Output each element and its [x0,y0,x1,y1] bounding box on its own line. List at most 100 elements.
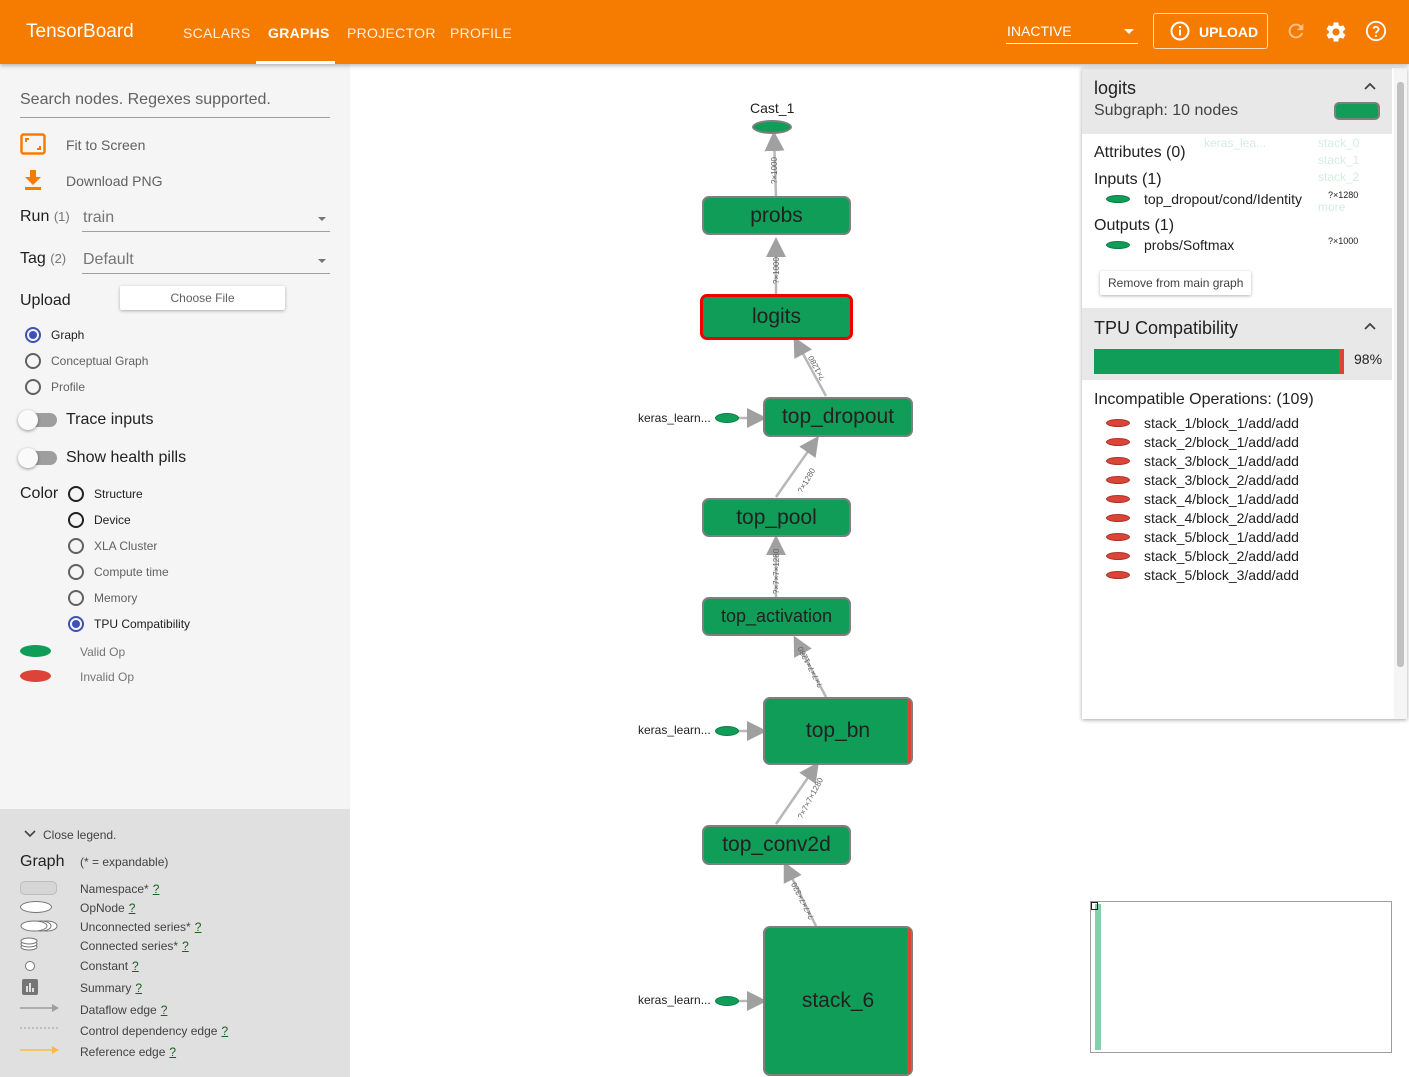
incompatible-ops-heading: Incompatible Operations: (109) [1094,391,1314,408]
legend-item-unconnected-series: Unconnected series*? [80,920,202,934]
incompatible-op-item[interactable]: stack_5/block_3/add/add [1144,567,1299,583]
tag-dropdown-value: Default [83,251,134,268]
radio-color-structure[interactable] [68,486,84,502]
caret-down-icon [318,217,326,221]
help-link[interactable]: ? [221,1024,228,1038]
choose-file-button[interactable]: Choose File [120,286,285,310]
output-op-name[interactable]: probs/Softmax [1144,237,1234,253]
tab-scalars[interactable]: SCALARS [183,25,250,41]
tab-projector[interactable]: PROJECTOR [347,25,436,41]
settings-gear-icon[interactable] [1324,20,1348,44]
download-png-button[interactable]: Download PNG [66,173,163,189]
incompatible-op-item[interactable]: stack_2/block_1/add/add [1144,434,1299,450]
incompatible-op-item[interactable]: stack_4/block_2/add/add [1144,510,1299,526]
run-dropdown[interactable]: train [82,205,330,232]
radio-color-device[interactable] [68,512,84,528]
radio-color-tpu-compatibility[interactable] [68,616,84,632]
radio-conceptual-graph[interactable] [25,353,41,369]
chevron-down-icon[interactable] [24,829,36,839]
minimap-graph-preview [1095,904,1101,1050]
incompatible-op-item[interactable]: stack_3/block_1/add/add [1144,453,1299,469]
upload-button[interactable]: UPLOAD [1153,13,1268,49]
help-link[interactable]: ? [132,959,139,973]
fit-to-screen-button[interactable]: Fit to Screen [66,137,145,153]
invalid-op-swatch [1106,571,1130,579]
legend-title: Graph [20,853,65,870]
minimap-viewport[interactable] [1091,902,1098,910]
status-select[interactable]: INACTIVE [1006,20,1138,44]
edge-label: ?×1000 [772,257,781,284]
top-app-bar: TensorBoard SCALARS GRAPHS PROJECTOR PRO… [0,0,1409,64]
node-info-panel: logits Subgraph: 10 nodes keras_lea... s… [1082,68,1407,719]
invalid-op-swatch [1106,476,1130,484]
help-link[interactable]: ? [182,939,189,953]
input-op-name[interactable]: top_dropout/cond/Identity [1144,191,1302,207]
refresh-icon[interactable] [1285,20,1307,42]
node-top-bn[interactable]: top_bn [763,697,913,765]
incompatible-op-item[interactable]: stack_5/block_1/add/add [1144,529,1299,545]
search-nodes-input[interactable]: Search nodes. Regexes supported. [20,91,330,118]
graph-minimap[interactable] [1090,901,1392,1053]
fit-to-screen-icon[interactable] [20,133,46,155]
help-link[interactable]: ? [135,981,142,995]
close-legend-button[interactable]: Close legend. [43,828,116,842]
valid-op-swatch [20,645,51,657]
radio-color-xla-cluster[interactable] [68,538,84,554]
caret-down-icon [318,259,326,263]
download-icon[interactable] [24,170,42,190]
side-input-node[interactable] [715,996,739,1006]
legend-item-summary: Summary? [80,981,143,995]
legend-item-opnode: OpNode? [80,901,136,915]
node-top-conv2d[interactable]: top_conv2d [702,825,851,865]
chevron-up-icon[interactable] [1364,322,1376,330]
radio-graph-label: Graph [51,328,85,342]
run-label: Run (1) [20,208,70,225]
radio-color-memory[interactable] [68,590,84,606]
output-shape: ?×1000 [1328,236,1359,246]
side-input-node[interactable] [715,413,739,423]
remove-from-main-graph-button[interactable]: Remove from main graph [1100,271,1252,295]
invalid-op-swatch [20,670,51,682]
connected-series-symbol [20,937,38,951]
legend-item-constant: Constant? [80,959,139,973]
opnode-symbol [20,901,52,913]
incompatible-op-item[interactable]: stack_3/block_2/add/add [1144,472,1299,488]
chevron-up-icon[interactable] [1364,82,1376,90]
node-top-activation[interactable]: top_activation [702,597,851,636]
node-probs[interactable]: probs [702,196,851,235]
input-shape: ?×1280 [1328,190,1359,200]
help-link[interactable]: ? [153,882,160,896]
invalid-op-swatch [1106,514,1130,522]
help-link[interactable]: ? [129,901,136,915]
incompatible-op-item[interactable]: stack_4/block_1/add/add [1144,491,1299,507]
side-input-node[interactable] [715,726,739,736]
incompatible-op-item[interactable]: stack_5/block_2/add/add [1144,548,1299,564]
run-dropdown-value: train [83,209,115,226]
incompatible-op-item[interactable]: stack_1/block_1/add/add [1144,415,1299,431]
radio-graph[interactable] [25,327,41,343]
legend-item-connected-series: Connected series*? [80,939,189,953]
tab-profile[interactable]: PROFILE [450,25,512,41]
health-pills-label: Show health pills [66,449,187,466]
scrollbar-thumb[interactable] [1397,82,1404,667]
node-cast[interactable] [752,120,792,134]
tag-dropdown[interactable]: Default [82,247,330,274]
node-top-pool[interactable]: top_pool [702,498,851,537]
node-logits[interactable]: logits [700,294,853,340]
side-input-label: keras_learn... [638,993,711,1007]
radio-profile[interactable] [25,379,41,395]
help-link[interactable]: ? [161,1003,168,1017]
node-top-dropout[interactable]: top_dropout [763,397,913,437]
help-icon[interactable] [1365,20,1387,42]
legend-item-control-dependency-edge: Control dependency edge? [80,1024,229,1038]
info-scrollbar[interactable] [1394,68,1407,719]
help-link[interactable]: ? [169,1045,176,1059]
tab-graphs[interactable]: GRAPHS [268,25,330,41]
tpu-compatibility-percent: 98% [1354,351,1383,367]
help-link[interactable]: ? [195,920,202,934]
node-stack-6[interactable]: stack_6 [763,926,913,1076]
invalid-op-swatch [1106,438,1130,446]
app-title: TensorBoard [26,21,134,42]
unconnected-series-symbol [20,920,58,932]
radio-color-compute-time[interactable] [68,564,84,580]
